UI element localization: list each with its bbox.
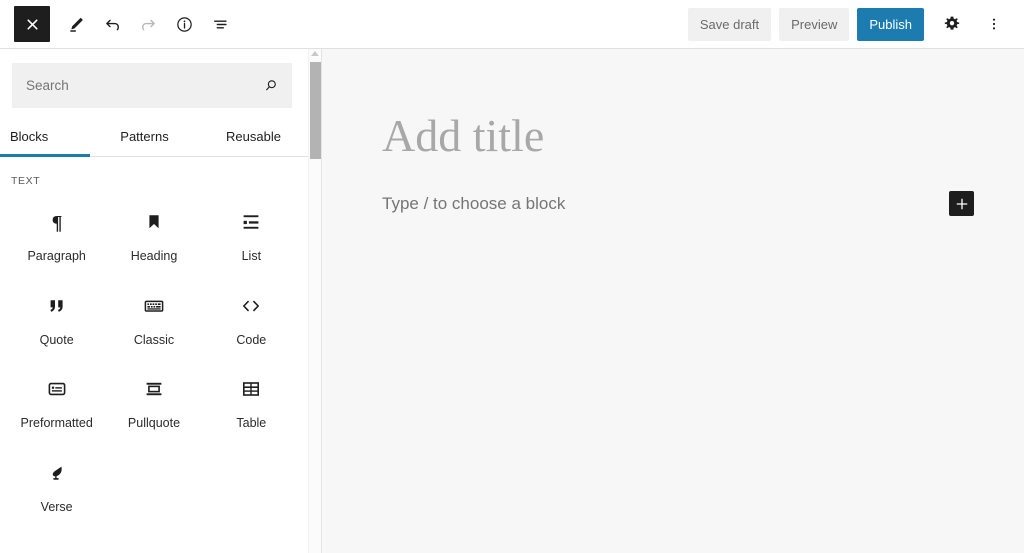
list-bullets-icon [239, 209, 263, 235]
tab-reusable-label: Reusable [226, 129, 281, 144]
block-item-heading[interactable]: Heading [105, 193, 202, 275]
gear-icon [944, 16, 960, 30]
edit-mode-button[interactable] [58, 6, 94, 42]
redo-button[interactable] [130, 6, 166, 42]
info-circle-icon [176, 16, 192, 32]
editor-canvas[interactable]: Add title Type / to choose a block [322, 49, 1024, 553]
search-box[interactable] [12, 63, 292, 108]
preview-button[interactable]: Preview [779, 7, 850, 41]
search-icon [262, 77, 280, 95]
undo-button[interactable] [94, 6, 130, 42]
block-label: List [241, 249, 262, 263]
scroll-up-arrow-icon[interactable] [311, 51, 319, 56]
toolbar-left-group [0, 6, 238, 42]
tab-patterns[interactable]: Patterns [90, 122, 199, 156]
more-options-button[interactable] [976, 6, 1012, 42]
content-info-button[interactable] [166, 6, 202, 42]
toolbar-right-group: Save draft Preview Publish [687, 6, 1024, 42]
list-view-icon [213, 19, 227, 29]
search-area [0, 49, 308, 108]
block-label: Paragraph [27, 249, 86, 263]
pencil-icon [69, 17, 83, 32]
block-item-quote[interactable]: Quote [8, 277, 105, 359]
plus-icon [956, 198, 967, 209]
add-block-button[interactable] [949, 191, 974, 216]
block-item-verse[interactable]: Verse [8, 444, 105, 526]
block-label: Quote [39, 332, 74, 347]
pullquote-bars-icon [142, 376, 166, 402]
svg-text:¶: ¶ [51, 212, 62, 234]
more-options-vertical-icon [992, 18, 996, 30]
block-label: Pullquote [127, 416, 181, 430]
save-draft-button[interactable]: Save draft [687, 7, 772, 41]
verse-feather-icon [45, 460, 69, 486]
block-label: Verse [40, 499, 73, 514]
quote-marks-icon [45, 293, 69, 319]
inserter-scrollbar[interactable] [308, 49, 321, 553]
inserter-tabs: Blocks Patterns Reusable [0, 122, 308, 157]
block-label: Preformatted [20, 416, 93, 430]
category-heading-text: TEXT [11, 175, 41, 187]
block-label: Code [236, 332, 267, 347]
list-view-button[interactable] [202, 6, 238, 42]
default-block-placeholder[interactable]: Type / to choose a block [382, 194, 565, 214]
close-icon [26, 18, 38, 30]
close-editor-button[interactable] [14, 6, 50, 42]
classic-keyboard-icon [142, 293, 166, 319]
table-grid-icon [239, 376, 263, 402]
block-item-classic[interactable]: Classic [105, 277, 202, 359]
block-label: Table [236, 416, 267, 430]
undo-arrow-icon [105, 19, 119, 30]
tab-patterns-label: Patterns [120, 129, 169, 144]
block-item-list[interactable]: List [203, 193, 300, 275]
post-title-placeholder[interactable]: Add title [382, 113, 544, 159]
preformatted-box-icon [45, 376, 69, 402]
block-type-grid: ¶ Paragraph Heading List Quote Classic C… [0, 187, 308, 525]
tab-blocks-label: Blocks [10, 129, 49, 144]
paragraph-pilcrow-icon: ¶ [45, 209, 69, 235]
block-item-table[interactable]: Table [203, 360, 300, 442]
search-input[interactable] [12, 63, 292, 108]
block-item-pullquote[interactable]: Pullquote [105, 360, 202, 442]
tab-reusable[interactable]: Reusable [199, 122, 308, 156]
heading-bookmark-icon [142, 209, 166, 235]
publish-button[interactable]: Publish [857, 7, 924, 41]
block-inserter-panel: Blocks Patterns Reusable TEXT ¶ Paragrap… [0, 49, 308, 553]
block-label: Classic [133, 332, 175, 347]
block-item-paragraph[interactable]: ¶ Paragraph [8, 193, 105, 275]
editor-toolbar: Save draft Preview Publish [0, 0, 1024, 49]
settings-button[interactable] [934, 6, 970, 42]
code-brackets-icon [239, 293, 263, 319]
block-editor-screen: Save draft Preview Publish Search Blocks… [0, 0, 1024, 553]
block-item-code[interactable]: Code [203, 277, 300, 359]
scrollbar-thumb[interactable] [310, 62, 321, 159]
tab-blocks[interactable]: Blocks [0, 122, 90, 157]
redo-arrow-icon [141, 19, 155, 30]
block-item-preformatted[interactable]: Preformatted [8, 360, 105, 442]
block-label: Heading [130, 249, 178, 263]
